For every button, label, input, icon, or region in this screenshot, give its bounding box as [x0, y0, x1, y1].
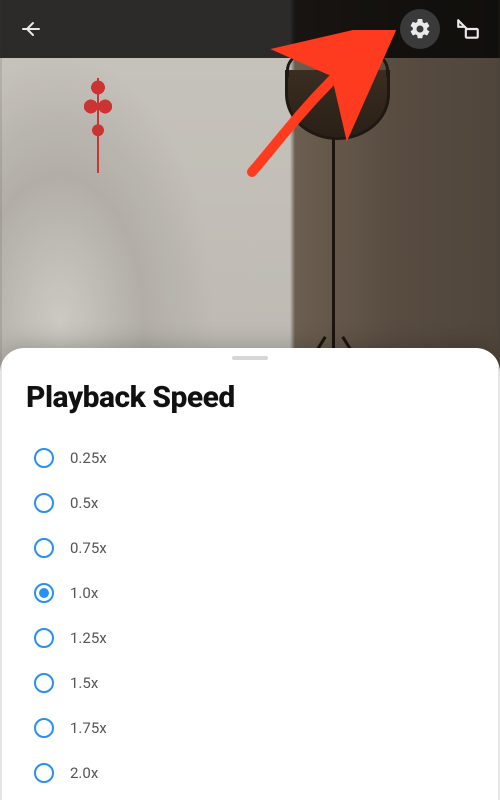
speed-options-list: 0.25x 0.5x 0.75x 1.0x 1.25x 1.5x 1.75x 2.0x: [0, 429, 500, 800]
speed-option-1_0x[interactable]: 1.0x: [0, 570, 500, 615]
radio-indicator: [34, 538, 54, 558]
radio-indicator: [34, 583, 54, 603]
speed-option-label: 2.0x: [70, 764, 98, 782]
screenshot-border-left: [0, 0, 2, 800]
radio-indicator: [34, 448, 54, 468]
gear-icon: [408, 17, 432, 41]
decor-stand: [332, 138, 335, 378]
app-screen: Playback Speed 0.25x 0.5x 0.75x 1.0x 1.25x 1.…: [0, 0, 500, 800]
speed-option-label: 0.5x: [70, 494, 98, 512]
pip-button[interactable]: [448, 9, 488, 49]
arrow-left-icon: [20, 17, 44, 41]
speed-option-1_75x[interactable]: 1.75x: [0, 705, 500, 750]
speed-option-0_75x[interactable]: 0.75x: [0, 525, 500, 570]
speed-option-1_5x[interactable]: 1.5x: [0, 660, 500, 705]
radio-indicator: [34, 628, 54, 648]
speed-option-0_5x[interactable]: 0.5x: [0, 480, 500, 525]
radio-indicator: [34, 763, 54, 783]
speed-option-label: 1.5x: [70, 674, 98, 692]
topbar: [0, 0, 500, 58]
speed-option-label: 0.25x: [70, 449, 107, 467]
radio-indicator: [34, 673, 54, 693]
decor-ornaments: [80, 78, 116, 173]
speed-option-1_25x[interactable]: 1.25x: [0, 615, 500, 660]
speed-option-2_0x[interactable]: 2.0x: [0, 750, 500, 795]
playback-speed-sheet: Playback Speed 0.25x 0.5x 0.75x 1.0x 1.25x 1.…: [0, 348, 500, 800]
speed-option-label: 1.25x: [70, 629, 107, 647]
speed-option-label: 0.75x: [70, 539, 107, 557]
speed-option-label: 1.0x: [70, 584, 98, 602]
sheet-title: Playback Speed: [0, 366, 500, 429]
sheet-handle[interactable]: [232, 356, 268, 360]
radio-indicator: [34, 493, 54, 513]
settings-button[interactable]: [400, 9, 440, 49]
speed-option-0_25x[interactable]: 0.25x: [0, 435, 500, 480]
radio-indicator: [34, 718, 54, 738]
back-button[interactable]: [12, 9, 52, 49]
picture-in-picture-icon: [455, 16, 481, 42]
speed-option-label: 1.75x: [70, 719, 107, 737]
